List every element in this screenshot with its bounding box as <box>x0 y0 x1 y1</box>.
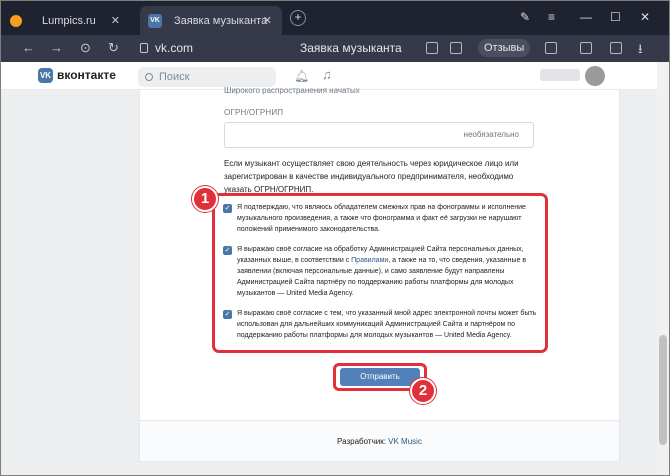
cut-off-text: Широкого распространения начатых <box>224 86 360 95</box>
vk-logo-icon[interactable]: VK <box>38 68 53 83</box>
vk-logo-text[interactable]: вконтакте <box>57 68 116 82</box>
new-tab-icon[interactable]: + <box>290 10 306 26</box>
menu-icon[interactable]: ≡ <box>548 10 555 24</box>
yandex-icon[interactable]: ⊙ <box>80 40 91 56</box>
notifications-bell-icon[interactable]: 🔔︎ <box>294 69 309 83</box>
page-title: Заявка музыканта <box>300 41 402 55</box>
music-note-icon[interactable]: ♫ <box>322 67 332 82</box>
search-icon <box>145 73 153 81</box>
reviews-label: Отзывы <box>484 42 525 54</box>
reload-icon[interactable]: ↻ <box>108 40 119 56</box>
ogrn-field[interactable] <box>224 122 534 148</box>
forward-icon[interactable]: → <box>50 40 63 55</box>
tab-lumpics[interactable]: Lumpics.ru ✕ <box>10 6 130 35</box>
submit-button[interactable]: Отправить <box>340 368 420 386</box>
minimize-icon[interactable]: — <box>580 10 592 24</box>
ogrn-label: ОГРН/ОГРНИП <box>224 108 284 117</box>
search-input[interactable]: Поиск <box>138 67 276 87</box>
annotation-highlight-checkboxes <box>212 193 548 353</box>
download-icon[interactable]: ⭳ <box>638 40 643 62</box>
maximize-icon[interactable]: ☐ <box>610 10 621 24</box>
address-bar: ← → ⊙ ↻ vk.com Заявка музыканта Отзывы ⭳ <box>0 35 670 62</box>
profile-name-blurred[interactable] <box>540 69 580 81</box>
url-field[interactable]: vk.com <box>155 41 193 55</box>
reviews-button[interactable]: Отзывы <box>478 39 531 57</box>
footer-developer-label: Разработчик: <box>337 437 389 446</box>
extension-icon[interactable]: ✎ <box>520 10 530 24</box>
developer-link[interactable]: VK Music <box>388 437 422 446</box>
avatar[interactable] <box>585 66 605 86</box>
browser-tab-bar: Lumpics.ru ✕ VK Заявка музыканта ✕ + ✎ ≡… <box>0 0 670 35</box>
lumpics-favicon-icon <box>10 14 22 27</box>
ogrn-info-text: Если музыкант осуществляет свою деятельн… <box>224 159 519 194</box>
back-icon[interactable]: ← <box>22 40 35 55</box>
bookmark-icon[interactable] <box>545 42 557 54</box>
tab-label: Lumpics.ru <box>42 14 96 27</box>
close-window-icon[interactable]: ✕ <box>640 10 650 24</box>
close-tab-icon[interactable]: ✕ <box>263 14 272 27</box>
footer: Разработчик: VK Music <box>139 420 620 462</box>
tab-musician-application[interactable]: VK Заявка музыканта ✕ <box>140 6 282 35</box>
lock-icon <box>140 43 148 53</box>
collections-icon[interactable] <box>580 42 592 54</box>
vk-favicon-icon: VK <box>148 13 162 28</box>
translate-icon[interactable] <box>426 42 438 54</box>
sidebar-icon[interactable] <box>610 42 622 54</box>
scrollbar-thumb[interactable] <box>659 335 667 445</box>
annotation-badge-1: 1 <box>192 186 218 212</box>
protect-icon[interactable] <box>450 42 462 54</box>
tab-label: Заявка музыканта <box>174 14 268 27</box>
search-placeholder: Поиск <box>159 71 190 83</box>
close-tab-icon[interactable]: ✕ <box>111 14 120 27</box>
annotation-badge-2: 2 <box>410 378 436 404</box>
